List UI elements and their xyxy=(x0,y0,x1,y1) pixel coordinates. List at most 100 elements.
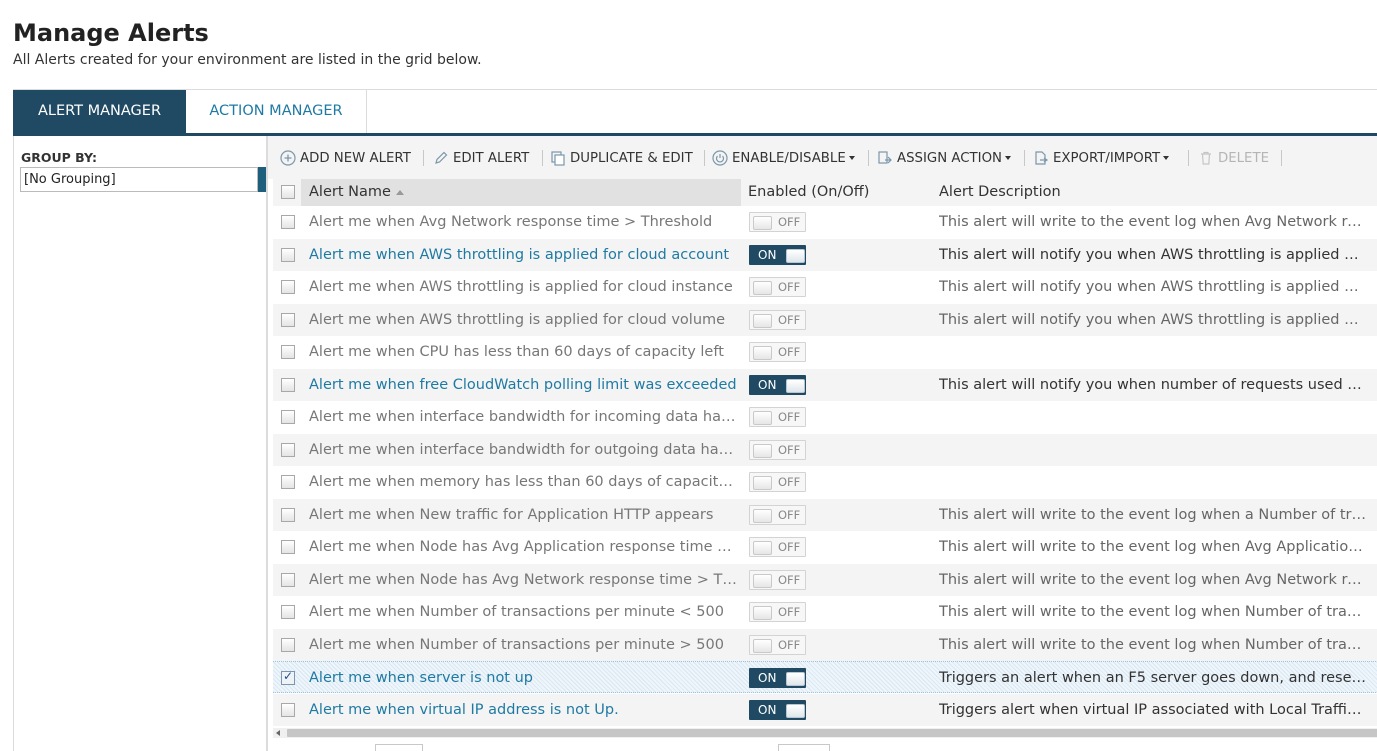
toolbar-divider xyxy=(423,150,424,166)
alert-name-link[interactable]: Alert me when AWS throttling is applied … xyxy=(309,271,739,303)
table-row[interactable]: Alert me when AWS throttling is applied … xyxy=(273,238,1377,271)
alert-name-link[interactable]: Alert me when Node has Avg Application r… xyxy=(309,531,739,563)
enabled-toggle[interactable]: OFF xyxy=(749,439,806,460)
table-row[interactable]: Alert me when memory has less than 60 da… xyxy=(273,466,1377,498)
tab-action-manager[interactable]: ACTION MANAGER xyxy=(186,90,367,133)
toggle-knob xyxy=(753,443,772,458)
enabled-toggle[interactable]: OFF xyxy=(749,342,806,362)
enable-disable-label: ENABLE/DISABLE xyxy=(732,150,846,166)
enabled-toggle[interactable]: OFF xyxy=(749,634,806,655)
enabled-toggle[interactable]: OFF xyxy=(749,407,806,427)
row-checkbox[interactable] xyxy=(281,540,295,554)
dropdown-arrow-icon[interactable] xyxy=(258,167,266,192)
table-row[interactable]: Alert me when interface bandwidth for ou… xyxy=(273,433,1377,466)
alert-name-link[interactable]: Alert me when AWS throttling is applied … xyxy=(309,239,739,271)
row-checkbox[interactable] xyxy=(281,215,295,229)
alert-name-link[interactable]: Alert me when New traffic for Applicatio… xyxy=(309,499,739,531)
row-checkbox[interactable] xyxy=(281,702,295,717)
enabled-toggle[interactable]: OFF xyxy=(749,504,806,525)
table-row[interactable]: Alert me when Avg Network response time … xyxy=(273,206,1377,238)
enabled-toggle[interactable]: ON xyxy=(749,699,806,720)
enabled-toggle[interactable]: OFF xyxy=(749,277,806,297)
row-checkbox[interactable] xyxy=(281,605,295,619)
row-checkbox[interactable] xyxy=(281,507,295,522)
table-row[interactable]: Alert me when interface bandwidth for in… xyxy=(273,401,1377,433)
enabled-toggle[interactable]: OFF xyxy=(749,472,806,492)
enabled-toggle[interactable]: ON xyxy=(749,668,806,688)
horizontal-scrollbar[interactable] xyxy=(273,728,1377,738)
alert-name-link[interactable]: Alert me when interface bandwidth for in… xyxy=(309,401,739,433)
assign-action-button[interactable]: ASSIGN ACTION xyxy=(877,149,1011,167)
enabled-toggle[interactable]: ON xyxy=(749,244,806,265)
table-row[interactable]: Alert me when CPU has less than 60 days … xyxy=(273,336,1377,368)
chevron-down-icon xyxy=(848,156,855,160)
alert-name-link[interactable]: Alert me when interface bandwidth for ou… xyxy=(309,434,739,466)
row-checkbox[interactable] xyxy=(281,572,295,587)
alert-name-link[interactable]: Alert me when CPU has less than 60 days … xyxy=(309,336,739,368)
enabled-toggle[interactable]: OFF xyxy=(749,212,806,232)
toggle-knob xyxy=(753,573,772,588)
column-header-description[interactable]: Alert Description xyxy=(939,179,1061,206)
enabled-toggle[interactable]: ON xyxy=(749,374,806,395)
row-checkbox[interactable] xyxy=(281,410,295,424)
row-checkbox[interactable] xyxy=(281,377,295,392)
table-row[interactable]: Alert me when New traffic for Applicatio… xyxy=(273,498,1377,531)
duplicate-edit-button[interactable]: DUPLICATE & EDIT xyxy=(550,149,693,167)
alert-name-link[interactable]: Alert me when memory has less than 60 da… xyxy=(309,466,739,498)
enabled-toggle[interactable]: OFF xyxy=(749,602,806,622)
chevron-down-icon xyxy=(1004,156,1011,160)
alert-name-link[interactable]: Alert me when Number of transactions per… xyxy=(309,596,739,628)
delete-label: DELETE xyxy=(1218,150,1269,166)
delete-button[interactable]: DELETE xyxy=(1198,149,1269,167)
alert-name-link[interactable]: Alert me when Avg Network response time … xyxy=(309,206,739,238)
table-row[interactable]: Alert me when AWS throttling is applied … xyxy=(273,303,1377,336)
alert-description: Triggers an alert when an F5 server goes… xyxy=(939,670,1369,686)
export-import-button[interactable]: EXPORT/IMPORT xyxy=(1033,149,1170,167)
table-row[interactable]: Alert me when free CloudWatch polling li… xyxy=(273,368,1377,401)
edit-alert-button[interactable]: EDIT ALERT xyxy=(433,149,529,167)
table-row[interactable]: Alert me when Number of transactions per… xyxy=(273,596,1377,628)
scroll-left-icon[interactable] xyxy=(276,730,280,736)
column-header-enabled[interactable]: Enabled (On/Off) xyxy=(748,179,869,206)
table-row[interactable]: Alert me when AWS throttling is applied … xyxy=(273,271,1377,303)
group-by-value: [No Grouping] xyxy=(24,172,116,187)
row-checkbox[interactable] xyxy=(281,669,295,685)
add-new-alert-label: ADD NEW ALERT xyxy=(300,150,411,166)
enabled-toggle[interactable]: OFF xyxy=(749,309,806,330)
enabled-toggle[interactable]: OFF xyxy=(749,569,806,590)
toggle-label: OFF xyxy=(778,345,801,359)
enabled-toggle[interactable]: OFF xyxy=(749,537,806,557)
alert-description: This alert will notify you when AWS thro… xyxy=(939,246,1369,263)
enable-disable-button[interactable]: ENABLE/DISABLE xyxy=(712,149,855,167)
alert-name-link[interactable]: Alert me when virtual IP address is not … xyxy=(309,694,739,726)
chevron-down-icon xyxy=(1163,156,1170,160)
row-checkbox[interactable] xyxy=(281,637,295,652)
page-size-input[interactable] xyxy=(778,744,830,751)
alert-name-link[interactable]: Alert me when free CloudWatch polling li… xyxy=(309,369,739,401)
table-row[interactable]: Alert me when Node has Avg Application r… xyxy=(273,531,1377,563)
alert-name-link[interactable]: Alert me when Number of transactions per… xyxy=(309,629,739,661)
column-header-alert-name[interactable]: Alert Name xyxy=(301,179,741,206)
row-checkbox[interactable] xyxy=(281,312,295,327)
alert-name-link[interactable]: Alert me when AWS throttling is applied … xyxy=(309,304,739,336)
table-row[interactable]: Alert me when Node has Avg Network respo… xyxy=(273,563,1377,596)
scrollbar-thumb[interactable] xyxy=(287,729,1377,737)
group-by-select[interactable]: [No Grouping] xyxy=(20,167,266,192)
row-checkbox[interactable] xyxy=(281,247,295,262)
row-checkbox[interactable] xyxy=(281,442,295,457)
table-row[interactable]: Alert me when virtual IP address is not … xyxy=(273,693,1377,726)
toggle-label: OFF xyxy=(778,280,801,294)
alert-name-link[interactable]: Alert me when server is not up xyxy=(309,662,739,694)
add-new-alert-button[interactable]: ADD NEW ALERT xyxy=(280,149,411,167)
toggle-label: ON xyxy=(758,702,777,717)
row-checkbox[interactable] xyxy=(281,280,295,294)
row-checkbox[interactable] xyxy=(281,345,295,359)
table-row[interactable]: Alert me when Number of transactions per… xyxy=(273,628,1377,661)
page-number-input[interactable] xyxy=(375,744,423,751)
row-checkbox[interactable] xyxy=(281,475,295,489)
tab-alert-manager[interactable]: ALERT MANAGER xyxy=(13,90,186,133)
table-row[interactable]: Alert me when server is not up ON Triggers… xyxy=(273,661,1377,693)
alert-name-link[interactable]: Alert me when Node has Avg Network respo… xyxy=(309,564,739,596)
toggle-label: OFF xyxy=(778,215,801,229)
select-all-checkbox[interactable] xyxy=(281,185,295,199)
